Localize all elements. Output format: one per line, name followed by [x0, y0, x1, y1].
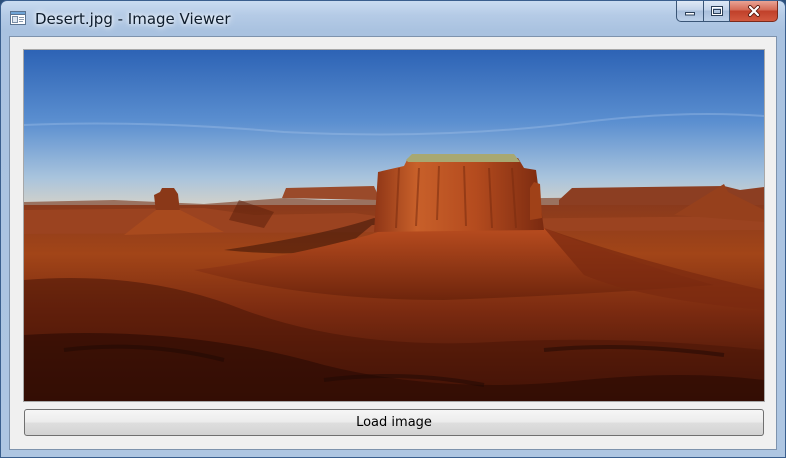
load-image-button[interactable]: Load image: [24, 409, 764, 436]
close-button[interactable]: [730, 1, 778, 22]
maximize-button[interactable]: [703, 1, 730, 22]
close-icon: [747, 5, 760, 17]
image-viewer-window: Desert.jpg - Image Viewer Load image: [0, 0, 786, 458]
minimize-icon: [685, 12, 695, 16]
client-area: Load image: [9, 36, 777, 450]
minimize-button[interactable]: [676, 1, 703, 22]
image-display: [23, 49, 765, 402]
image-viewer-app-icon: [10, 11, 26, 25]
maximize-icon: [710, 6, 723, 16]
window-title: Desert.jpg - Image Viewer: [35, 10, 231, 28]
desert-landscape-image: [24, 50, 764, 401]
caption-buttons: [676, 1, 778, 22]
title-bar[interactable]: Desert.jpg - Image Viewer: [1, 1, 785, 35]
